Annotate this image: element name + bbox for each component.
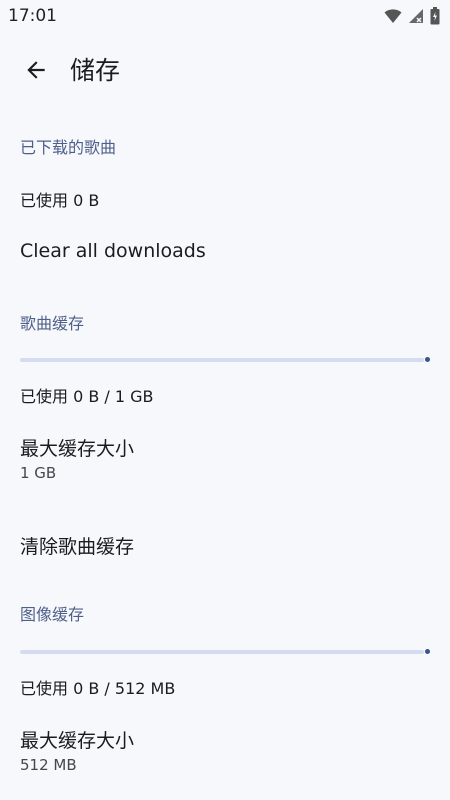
image-cache-section-header: 图像缓存 — [20, 605, 85, 624]
page-title: 储存 — [70, 56, 121, 85]
status-icons — [384, 6, 440, 26]
song-cache-max-size-value: 1 GB — [20, 464, 57, 482]
image-cache-max-size-row[interactable]: 最大缓存大小 512 MB — [0, 716, 450, 782]
song-cache-max-size-row[interactable]: 最大缓存大小 1 GB — [0, 424, 450, 490]
back-button[interactable] — [20, 56, 52, 88]
storage-settings-screen: 17:01 储存 已下载的歌曲 已使用 0 B Clear all downlo… — [0, 0, 450, 800]
image-cache-max-size-value: 512 MB — [20, 756, 77, 774]
clear-song-cache-row[interactable]: 清除歌曲缓存 — [0, 518, 450, 570]
battery-icon — [430, 7, 440, 25]
image-cache-max-size-label: 最大缓存大小 — [20, 730, 135, 752]
top-app-bar: 储存 — [0, 44, 450, 100]
downloads-usage: 已使用 0 B — [20, 191, 100, 210]
song-cache-progress-end-dot — [425, 357, 430, 362]
signal-icon — [408, 8, 424, 24]
image-cache-usage: 已使用 0 B / 512 MB — [20, 679, 176, 698]
status-bar: 17:01 — [0, 0, 450, 32]
song-cache-progress — [20, 357, 430, 363]
song-cache-section-header: 歌曲缓存 — [20, 314, 85, 333]
wifi-icon — [384, 8, 402, 24]
clear-downloads-label: Clear all downloads — [20, 240, 206, 262]
image-cache-progress-end-dot — [425, 649, 430, 654]
clear-song-cache-label: 清除歌曲缓存 — [20, 536, 135, 558]
status-time: 17:01 — [8, 6, 57, 26]
downloads-section-header: 已下载的歌曲 — [20, 138, 117, 157]
song-cache-progress-track — [20, 358, 424, 362]
song-cache-usage: 已使用 0 B / 1 GB — [20, 387, 154, 406]
clear-downloads-row[interactable]: Clear all downloads — [0, 226, 450, 278]
image-cache-progress — [20, 649, 430, 655]
song-cache-max-size-label: 最大缓存大小 — [20, 438, 135, 460]
image-cache-progress-track — [20, 650, 424, 654]
arrow-back-icon — [23, 57, 49, 87]
